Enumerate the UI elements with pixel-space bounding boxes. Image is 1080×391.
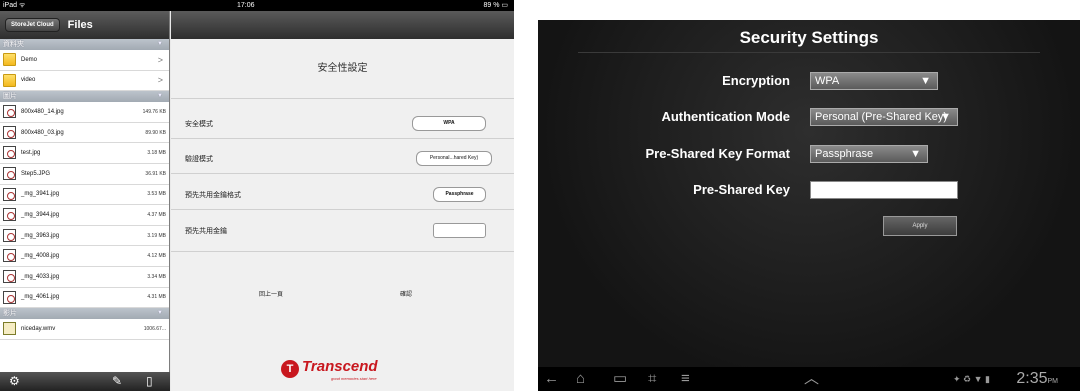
android-app: Security Settings Encryption WPA ▼ Authen… [538,20,1080,391]
dropdown-arrow-icon: ▼ [910,148,921,160]
storejet-cloud-button[interactable]: StoreJet Cloud [5,18,60,32]
preshared-key-label: 預先共用金鑰 [185,228,227,235]
list-item[interactable]: 800x480_14.jpg 149.76 KB [0,102,169,123]
section-header-videos[interactable]: 影片 ▼ [0,308,169,320]
preshared-key-label: Pre-Shared Key [693,182,790,197]
image-file-icon [3,125,16,139]
image-file-icon [3,228,16,242]
security-mode-row: 安全模式 WPA [171,112,514,136]
dropdown-arrow-icon: ▼ [940,111,951,123]
transcend-logo-mark: T [281,360,299,378]
list-item[interactable]: Step5.JPG 36.91 KB [0,164,169,185]
device-icon[interactable]: ▯ [146,374,153,389]
list-item[interactable]: Demo > [0,50,169,71]
list-item[interactable]: test.jpg 3.18 MB [0,143,169,164]
list-item[interactable]: _mg_3944.jpg 4.37 MB [0,205,169,226]
back-icon[interactable]: ← [544,369,559,389]
divider [578,52,1040,53]
security-mode-select[interactable]: WPA [412,116,486,131]
divider [171,173,514,174]
image-file-icon [3,105,16,119]
dropdown-arrow-icon: ▼ [920,75,931,87]
page-title: Security Settings [739,28,879,47]
carrier-label: iPad ᯤ [3,2,26,9]
section-header-folders[interactable]: 資料夾 ▼ [0,39,169,50]
image-file-icon [3,187,16,201]
list-item[interactable]: video > [0,71,169,92]
sidebar-nav-bar: StoreJet Cloud Files [0,11,169,39]
encryption-select[interactable]: WPA ▼ [810,72,938,90]
list-item[interactable]: _mg_4008.jpg 4.12 MB [0,246,169,267]
key-format-label: 預先共用金鑰格式 [185,192,241,199]
screenshot-icon[interactable]: ⌗ [648,369,656,389]
confirm-button[interactable]: 確認 [366,288,446,302]
android-nav-bar: ← ⌂ ▭ ⌗ ≡ ︿ ✦ ♻ ▼ ▮ 2:35PM [538,367,1080,391]
list-item[interactable]: _mg_3941.jpg 3.53 MB [0,185,169,206]
image-file-icon [3,249,16,263]
list-item[interactable]: _mg_4033.jpg 3.34 MB [0,267,169,288]
chevron-down-icon: ▼ [157,310,163,317]
transcend-logo: T Transcend good memories start here [281,356,421,384]
image-file-icon [3,290,16,304]
recent-apps-icon[interactable]: ▭ [613,369,627,389]
chevron-down-icon: ▼ [157,93,163,100]
system-clock: 2:35PM [1016,370,1058,387]
folder-icon [3,53,16,66]
preshared-key-row: 預先共用金鑰 [171,219,514,243]
divider [171,98,514,99]
chevron-right-icon: > [157,75,163,86]
encryption-label: Encryption [722,73,790,88]
list-item[interactable]: _mg_4061.jpg 4.31 MB [0,288,169,309]
preshared-key-input[interactable] [433,223,486,238]
auth-mode-label: Authentication Mode [661,109,790,124]
list-item[interactable]: niceday.wmv 1006.67... [0,319,169,340]
preshared-key-input[interactable] [810,181,958,199]
security-mode-label: 安全模式 [185,121,213,128]
status-clock: 17:06 [237,2,255,9]
key-format-row: 預先共用金鑰格式 Passphrase [171,183,514,207]
section-images: 圖片 ▼ 800x480_14.jpg 149.76 KB 800x480_03.j… [0,91,169,309]
key-format-label: Pre-Shared Key Format [645,146,791,161]
chevron-up-icon[interactable]: ︿ [804,369,819,389]
screenshot-root: iPad ᯤ 17:06 89 % ▭ StoreJet Cloud Files… [0,0,1080,391]
divider [171,138,514,139]
detail-nav-bar [171,11,514,39]
page-title: 安全性設定 [317,63,368,74]
chevron-right-icon: > [157,54,163,65]
section-header-images[interactable]: 圖片 ▼ [0,91,169,103]
sidebar-toolbar: ⚙ ✎ ▯ [0,372,170,391]
section-folders: 資料夾 ▼ Demo > video > [0,39,169,92]
apply-button[interactable]: Apply [883,216,957,236]
back-button[interactable]: 回上一頁 [231,288,311,302]
key-format-select[interactable]: Passphrase [433,187,486,202]
auth-mode-select[interactable]: Personal...hared Key) [416,151,492,166]
ios-status-bar: iPad ᯤ 17:06 89 % ▭ [0,0,514,11]
battery-indicator: 89 % ▭ [483,2,508,9]
list-item[interactable]: 800x480_03.jpg 89.90 KB [0,123,169,144]
image-file-icon [3,166,16,180]
list-item[interactable]: _mg_3963.jpg 3.19 MB [0,226,169,247]
image-file-icon [3,208,16,222]
auth-mode-label: 驗證模式 [185,156,213,163]
menu-icon[interactable]: ≡ [681,369,690,389]
notification-icons: ✦ ♻ ▼ ▮ [953,374,990,384]
chevron-down-icon: ▼ [157,41,163,47]
folder-icon [3,73,16,87]
edit-icon[interactable]: ✎ [112,374,122,389]
auth-mode-row: 驗證模式 Personal...hared Key) [171,147,514,171]
key-format-select[interactable]: Passphrase ▼ [810,145,928,163]
ipad-app: iPad ᯤ 17:06 89 % ▭ StoreJet Cloud Files… [0,0,514,391]
security-detail-pane: 安全性設定 安全模式 WPA 驗證模式 Personal...hared Key… [171,11,514,391]
divider [171,209,514,210]
home-icon[interactable]: ⌂ [576,369,585,389]
video-file-icon [3,322,16,336]
auth-mode-select[interactable]: Personal (Pre-Shared Key) ▼ [810,108,958,126]
file-sidebar: StoreJet Cloud Files 資料夾 ▼ Demo > video > 圖… [0,11,170,391]
sidebar-title: Files [67,19,93,31]
divider [171,251,514,252]
section-videos: 影片 ▼ niceday.wmv 1006.67... [0,308,169,340]
image-file-icon [3,269,16,283]
image-file-icon [3,146,16,160]
gear-icon[interactable]: ⚙ [9,374,20,389]
